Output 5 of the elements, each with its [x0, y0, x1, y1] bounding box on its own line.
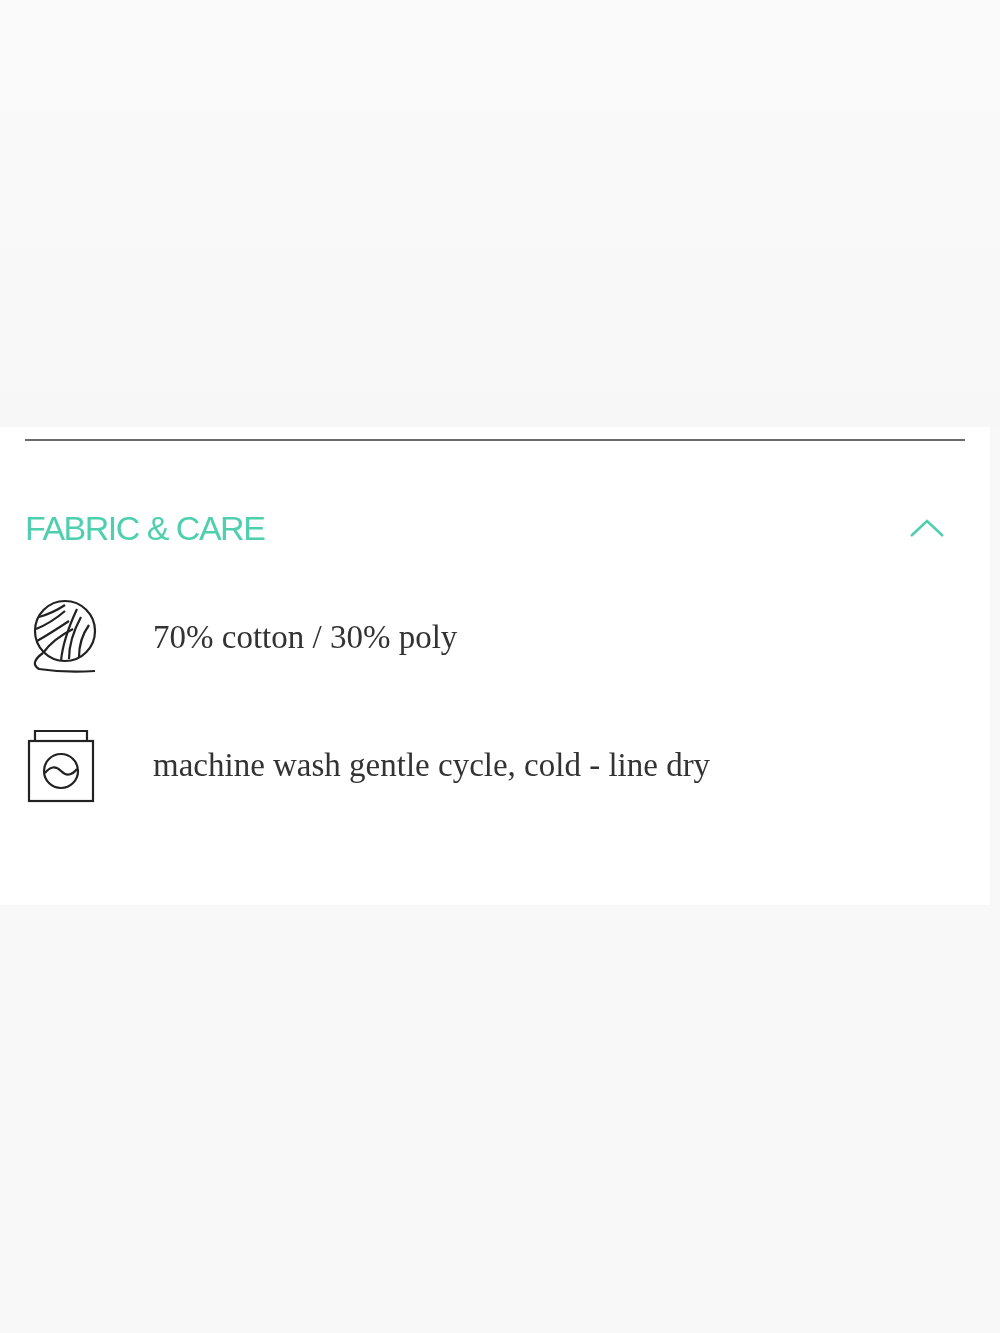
washing-machine-icon	[25, 727, 97, 803]
chevron-icon[interactable]	[909, 518, 945, 538]
section-title[interactable]: FABRIC & CARE	[25, 511, 265, 545]
care-text: 70% cotton / 30% poly	[153, 618, 458, 656]
care-text: machine wash gentle cycle, cold - line dry	[153, 746, 711, 784]
